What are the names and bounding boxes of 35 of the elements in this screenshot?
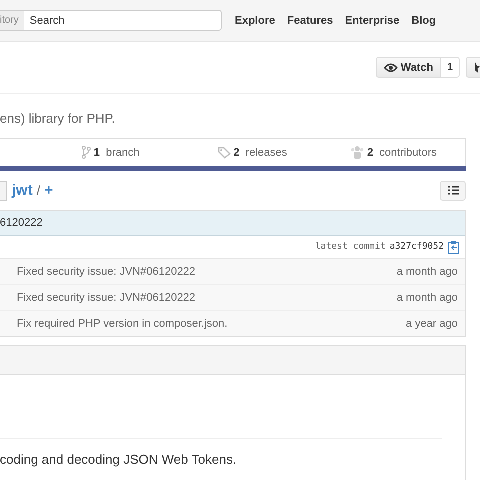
eye-icon	[384, 62, 398, 72]
file-commit-message[interactable]: Fixed security issue: JVN#06120222	[17, 266, 196, 278]
watch-count[interactable]: 1	[441, 57, 460, 78]
file-age: a month ago	[396, 266, 458, 278]
watch-button[interactable]: Watch	[376, 57, 442, 78]
add-file-link[interactable]: +	[44, 182, 54, 199]
list-view-button[interactable]	[440, 180, 466, 200]
commit-message: 6120222	[0, 211, 465, 236]
search-scope-label: itory	[0, 10, 24, 31]
nav-link[interactable]: Explore	[235, 14, 276, 26]
branch-icon	[82, 146, 91, 159]
file-age: a year ago	[406, 318, 458, 330]
file-age: a month ago	[396, 292, 458, 304]
commit-sha[interactable]: a327cf9052	[390, 242, 444, 252]
stat-link[interactable]: 2 releases	[182, 146, 324, 158]
latest-commit-label: latest commit	[315, 242, 386, 252]
nav-link[interactable]: Features	[287, 14, 334, 26]
repo-description: ens) library for PHP.	[0, 110, 116, 128]
nav-link[interactable]: Blog	[412, 14, 436, 26]
path-separator: /	[36, 183, 40, 198]
readme-text: coding and decoding JSON Web Tokens.	[0, 451, 238, 467]
file-commit-message[interactable]: Fix required PHP version in composer.json.	[17, 318, 228, 330]
file-row[interactable]: Fixed security issue: JVN#06120222 a month ago	[0, 259, 465, 285]
tag-icon	[218, 146, 231, 158]
repo-link[interactable]: jwt	[12, 182, 33, 199]
stat-link[interactable]: 2 contributors	[323, 146, 466, 159]
list-icon	[448, 186, 458, 195]
nav-link[interactable]: Enterprise	[345, 14, 400, 26]
file-row[interactable]: Fixed security issue: JVN#06120222 a month ago	[0, 285, 465, 311]
search-field[interactable]: Search	[24, 10, 222, 31]
stat-link[interactable]: 1 branch	[0, 146, 182, 159]
file-commit-message[interactable]: Fixed security issue: JVN#06120222	[17, 292, 196, 304]
people-icon	[351, 146, 364, 159]
clipboard-icon[interactable]	[448, 240, 459, 254]
file-row[interactable]: Fix required PHP version in composer.json. a year ago	[0, 311, 465, 336]
